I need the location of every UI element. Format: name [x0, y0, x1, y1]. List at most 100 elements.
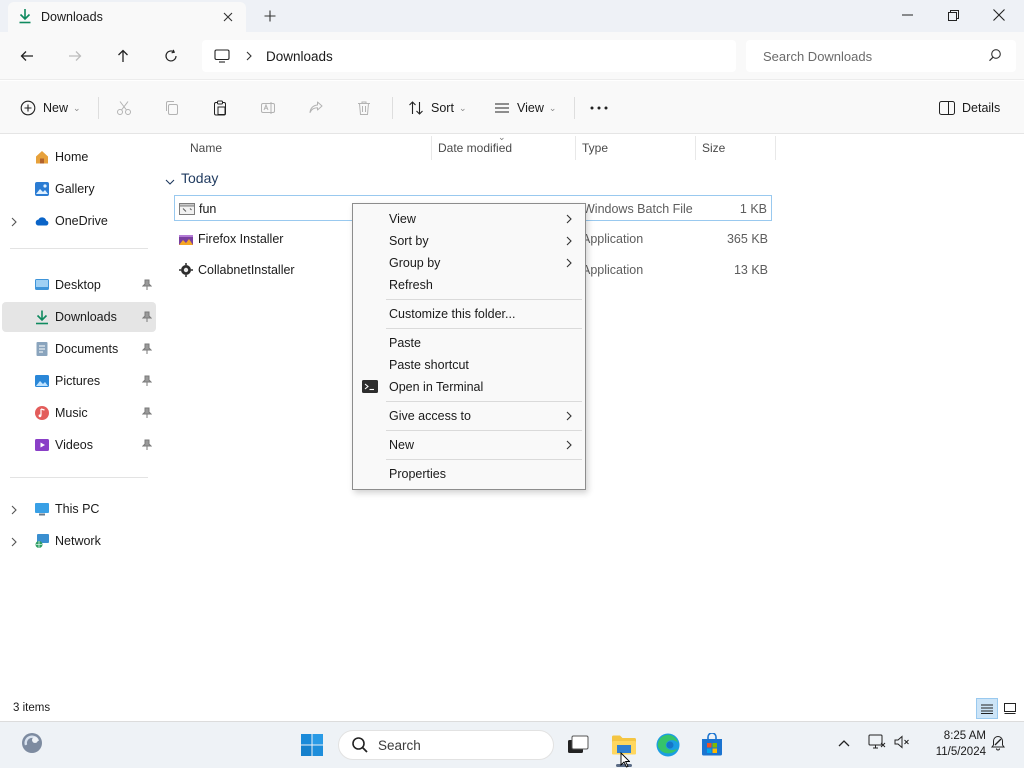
store-taskbar-button[interactable] [696, 729, 728, 761]
back-button[interactable] [13, 44, 41, 68]
file-name: fun [199, 202, 217, 216]
sidebar-item-onedrive[interactable]: OneDrive [2, 206, 156, 236]
show-hidden-icons-chevron-icon[interactable] [838, 736, 850, 750]
context-menu: View Sort by Group by Refresh Customize … [352, 203, 586, 490]
pin-icon[interactable] [141, 279, 153, 294]
paste-button[interactable] [212, 95, 228, 121]
column-header-date-modified[interactable]: ⌄ Date modified [432, 132, 576, 160]
network-status-icon[interactable] [868, 734, 886, 753]
sidebar-item-pictures[interactable]: Pictures [2, 366, 156, 396]
tab-downloads[interactable]: Downloads [8, 2, 246, 32]
forward-button[interactable] [61, 44, 89, 68]
share-button[interactable] [308, 95, 324, 121]
address-bar[interactable]: Downloads [202, 40, 736, 72]
start-button[interactable] [296, 729, 328, 761]
more-options-button[interactable] [590, 95, 608, 121]
menu-separator [386, 459, 582, 460]
edge-taskbar-button[interactable] [652, 729, 684, 761]
cut-button[interactable] [116, 95, 132, 121]
sidebar-item-downloads[interactable]: Downloads [2, 302, 156, 332]
menu-item-sort-by[interactable]: Sort by [356, 230, 582, 252]
sidebar-item-home[interactable]: Home [2, 142, 156, 172]
menu-item-label: Customize this folder... [389, 307, 516, 321]
pin-icon[interactable] [141, 343, 153, 358]
menu-item-customize-folder[interactable]: Customize this folder... [356, 303, 582, 325]
breadcrumb-downloads[interactable]: Downloads [266, 49, 333, 64]
sidebar-item-desktop[interactable]: Desktop [2, 270, 156, 300]
details-pane-icon [939, 101, 955, 115]
task-view-button[interactable] [562, 729, 594, 761]
new-tab-button[interactable] [258, 6, 282, 26]
collapse-group-icon[interactable] [165, 174, 175, 188]
column-header-type[interactable]: Type [576, 136, 696, 160]
menu-item-view[interactable]: View [356, 208, 582, 230]
volume-muted-icon[interactable] [894, 734, 910, 753]
column-header-name[interactable]: Name [182, 136, 432, 160]
large-icons-view-icon [1004, 703, 1016, 714]
chevron-right-icon[interactable] [246, 51, 252, 61]
chevron-right-icon[interactable] [11, 504, 17, 518]
sidebar-item-this-pc[interactable]: This PC [2, 494, 156, 524]
sidebar-item-gallery[interactable]: Gallery [2, 174, 156, 204]
sort-button[interactable]: Sort ⌄ [408, 95, 466, 121]
sidebar-item-label: Gallery [55, 182, 95, 196]
refresh-button[interactable] [157, 44, 185, 68]
minimize-button[interactable] [884, 0, 930, 30]
downloads-icon [34, 309, 50, 325]
close-window-button[interactable] [976, 0, 1022, 30]
delete-button[interactable] [356, 95, 372, 121]
menu-item-paste-shortcut[interactable]: Paste shortcut [356, 354, 582, 376]
chevron-right-icon[interactable] [11, 536, 17, 550]
sidebar-item-label: Pictures [55, 374, 101, 388]
system-clock[interactable]: 8:25 AM 11/5/2024 [918, 728, 986, 760]
taskbar-search-box[interactable]: Search [338, 730, 554, 760]
chevron-down-icon: ⌄ [458, 102, 467, 113]
sidebar-item-music[interactable]: Music [2, 398, 156, 428]
menu-item-refresh[interactable]: Refresh [356, 274, 582, 296]
rename-icon [260, 100, 276, 116]
column-divider[interactable] [775, 136, 776, 160]
sidebar-item-network[interactable]: Network [2, 526, 156, 556]
sidebar-divider [10, 477, 148, 478]
menu-item-paste[interactable]: Paste [356, 332, 582, 354]
details-view-toggle[interactable] [976, 698, 998, 719]
videos-icon [34, 437, 50, 453]
sidebar-item-label: Videos [55, 438, 93, 452]
menu-item-open-in-terminal[interactable]: Open in Terminal [356, 376, 582, 398]
rename-button[interactable] [260, 95, 276, 121]
command-bar: New ⌄ Sort ⌄ View ⌄ Details [0, 81, 1024, 134]
large-icons-view-toggle[interactable] [999, 698, 1021, 719]
sidebar-item-videos[interactable]: Videos [2, 430, 156, 460]
view-button[interactable]: View ⌄ [494, 95, 556, 121]
new-button[interactable]: New ⌄ [20, 95, 81, 121]
chevron-right-icon[interactable] [11, 216, 17, 230]
menu-item-new[interactable]: New [356, 434, 582, 456]
widgets-button[interactable] [16, 727, 48, 759]
group-header-today[interactable]: Today [181, 170, 218, 186]
menu-item-properties[interactable]: Properties [356, 463, 582, 485]
tab-close-icon[interactable] [220, 9, 236, 25]
sidebar-item-label: This PC [55, 502, 100, 516]
sort-arrows-icon [408, 100, 424, 116]
widgets-icon [20, 731, 44, 755]
search-input[interactable]: Search Downloads [746, 40, 1016, 72]
pin-icon[interactable] [141, 439, 153, 454]
file-name: Firefox Installer [198, 232, 284, 246]
maximize-button[interactable] [930, 0, 976, 30]
copy-button[interactable] [164, 95, 180, 121]
file-size: 1 KB [739, 202, 767, 216]
file-type: Application [582, 263, 644, 277]
up-button[interactable] [109, 44, 137, 68]
menu-item-give-access-to[interactable]: Give access to [356, 405, 582, 427]
submenu-arrow-icon [566, 235, 572, 249]
column-header-size[interactable]: Size [696, 136, 776, 160]
sidebar-item-documents[interactable]: Documents [2, 334, 156, 364]
menu-item-group-by[interactable]: Group by [356, 252, 582, 274]
share-icon [308, 100, 324, 116]
details-pane-button[interactable]: Details [939, 95, 1000, 121]
notification-bell-icon[interactable] [990, 735, 1006, 754]
taskbar: Search 8:25 AM 11/5/2024 [0, 721, 1024, 768]
pin-icon[interactable] [141, 311, 153, 326]
pin-icon[interactable] [141, 407, 153, 422]
pin-icon[interactable] [141, 375, 153, 390]
